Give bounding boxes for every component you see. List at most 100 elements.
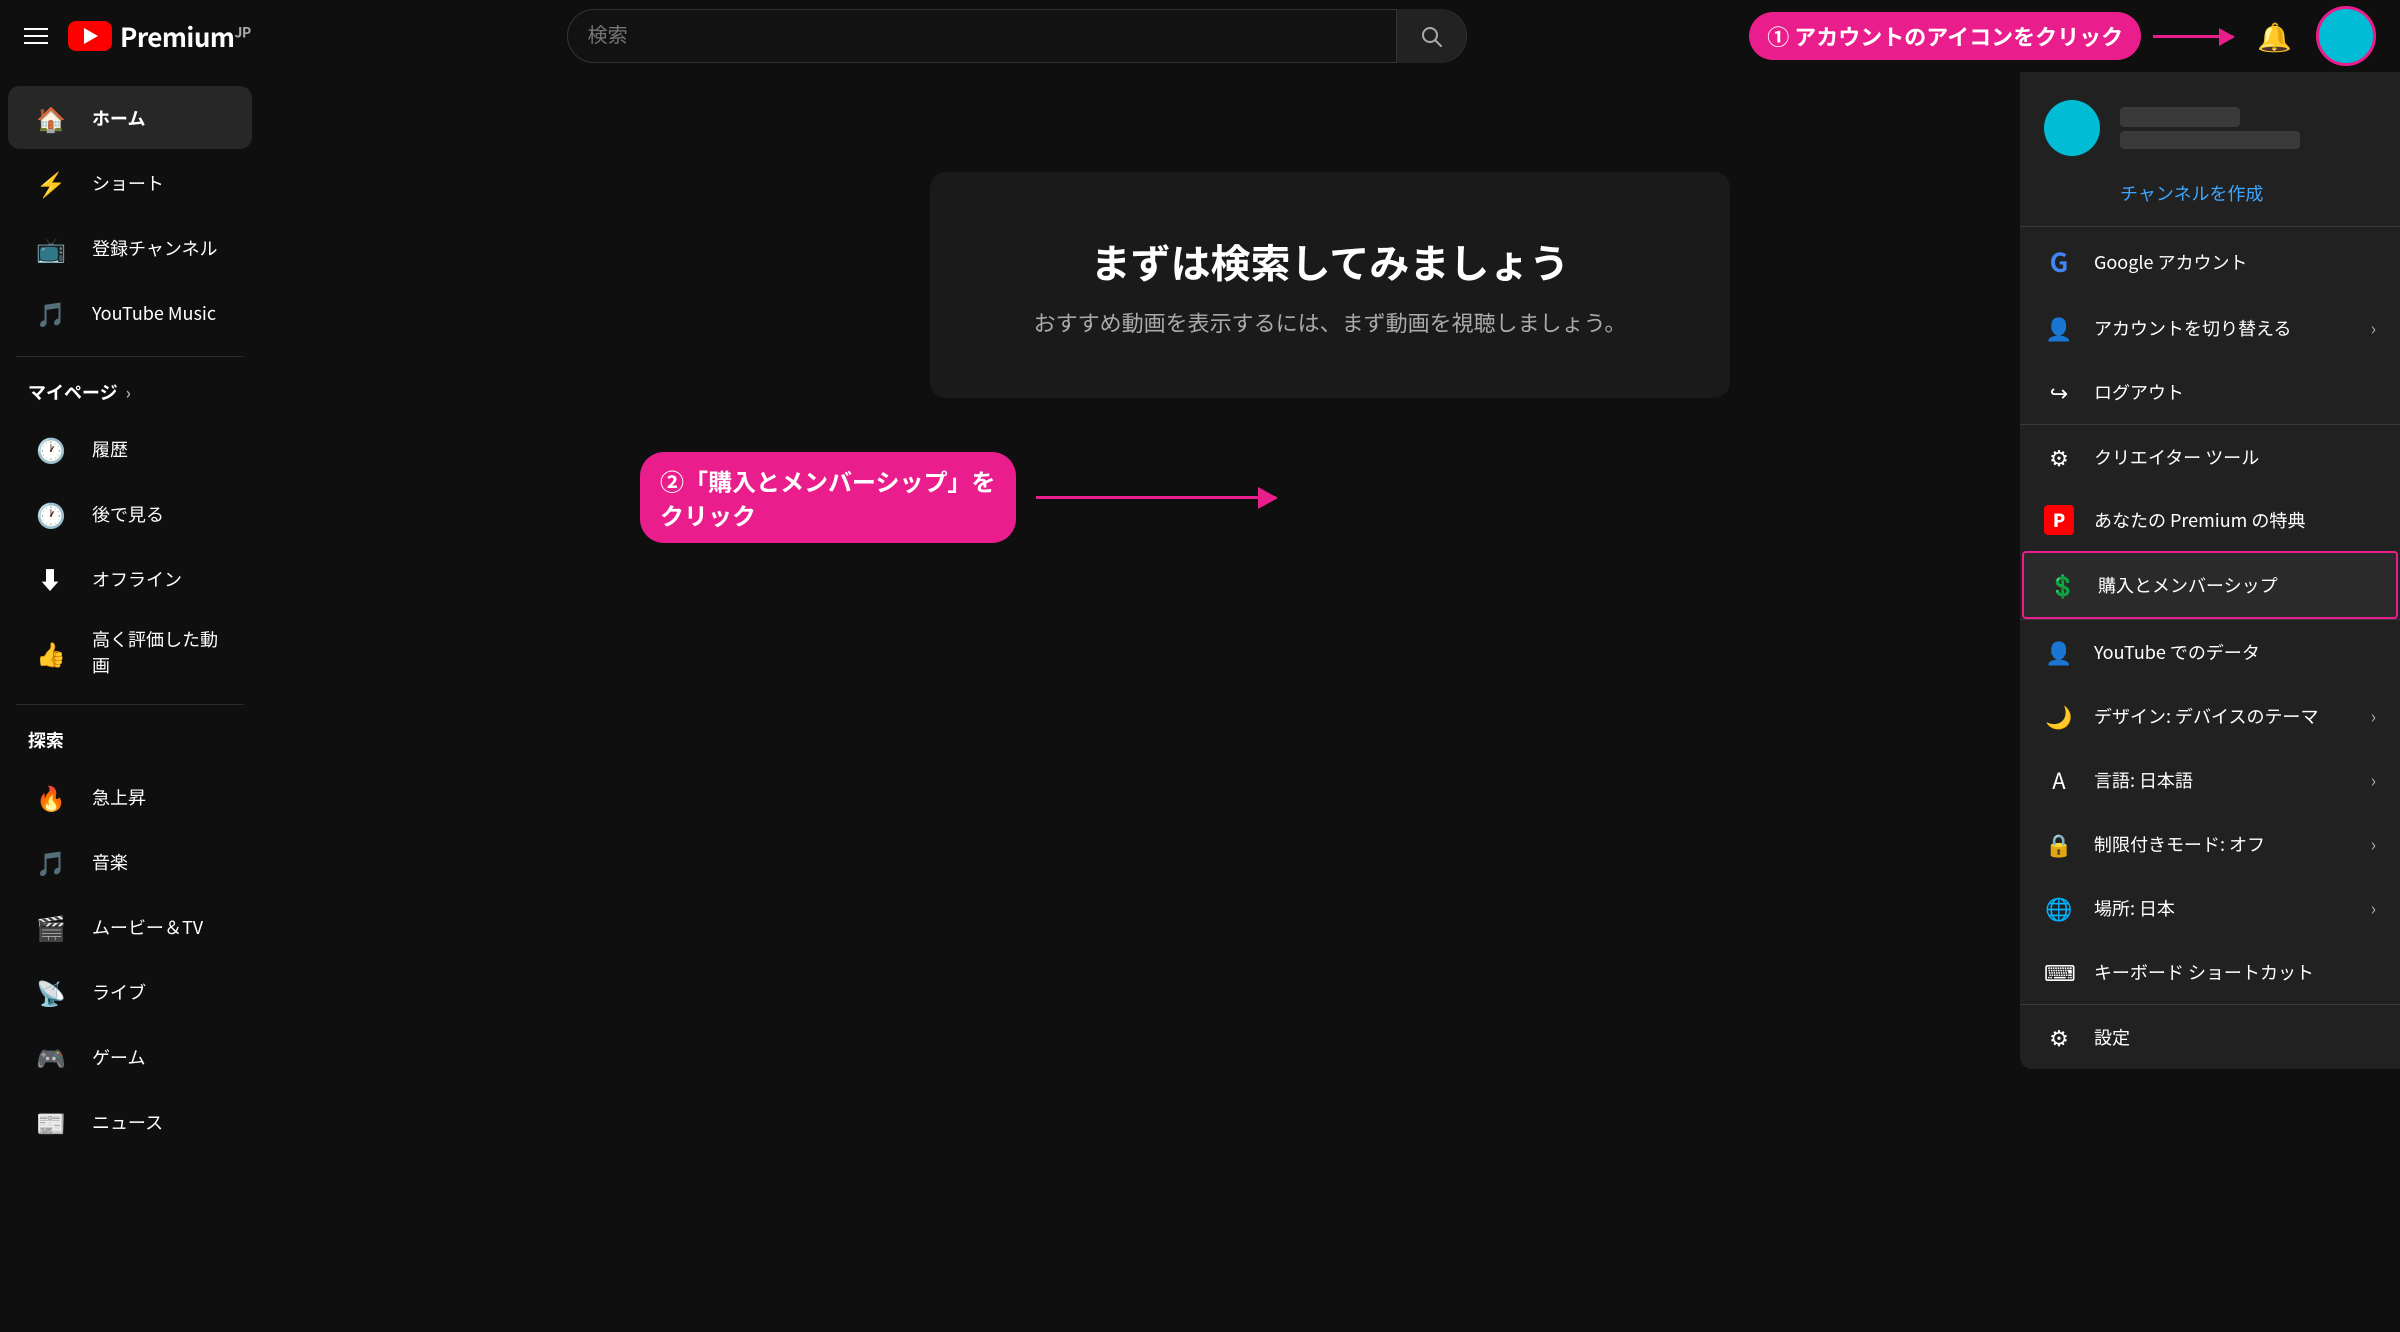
annotation-text-1: ① アカウントのアイコンをクリック (1749, 12, 2141, 60)
dropdown-user-info (2120, 107, 2300, 149)
settings-icon: ⚙ (2044, 1021, 2074, 1053)
sidebar-item-shorts[interactable]: ⚡ ショート (8, 151, 252, 214)
dropdown-location[interactable]: 🌐 場所: 日本 › (2020, 876, 2400, 940)
sidebar-item-subscriptions[interactable]: 📺 登録チャンネル (8, 216, 252, 279)
chevron-right-icon: › (2371, 315, 2376, 341)
sidebar-divider-1 (16, 356, 244, 357)
dropdown-username (2120, 107, 2240, 127)
youtube-data-icon: 👤 (2044, 636, 2074, 668)
logo-text: PremiumJP (120, 18, 251, 55)
watch-later-icon: 🕐 (36, 496, 64, 531)
account-avatar[interactable] (2316, 6, 2376, 66)
location-chevron-icon: › (2371, 895, 2376, 921)
dropdown-keyboard[interactable]: ⌨ キーボード ショートカット (2020, 940, 2400, 1004)
header-left: PremiumJP (24, 18, 284, 55)
dropdown-google-account[interactable]: G Google アカウント (2020, 227, 2400, 296)
dropdown-youtube-data[interactable]: 👤 YouTube でのデータ (2020, 620, 2400, 684)
sidebar-item-music-label: 音楽 (92, 849, 128, 875)
dropdown-email (2120, 131, 2300, 149)
home-icon: 🏠 (36, 100, 64, 135)
sidebar-item-gaming[interactable]: 🎮 ゲーム (8, 1025, 252, 1088)
sidebar-item-subscriptions-label: 登録チャンネル (92, 235, 217, 261)
annotation-arrow-1 (2153, 35, 2233, 38)
search-prompt-title: まずは検索してみましょう (1010, 232, 1650, 290)
header-center (284, 9, 1749, 63)
search-prompt: まずは検索してみましょう おすすめ動画を表示するには、まず動画を視聴しましょう。 (930, 172, 1730, 398)
dropdown-premium-benefits[interactable]: P あなたの Premium の特典 (2020, 489, 2400, 551)
annotation-arrow-2 (1036, 496, 1276, 499)
notification-bell[interactable]: 🔔 (2257, 16, 2292, 56)
sidebar-item-watch-later-label: 後で見る (92, 501, 164, 527)
my-page-section[interactable]: マイページ › (0, 369, 260, 415)
sidebar: 🏠 ホーム ⚡ ショート 📺 登録チャンネル 🎵 YouTube Music マ… (0, 72, 260, 1260)
sidebar-item-movies[interactable]: 🎬 ムービー＆TV (8, 895, 252, 958)
header-right: ① アカウントのアイコンをクリック 🔔 (1749, 6, 2376, 66)
sidebar-item-liked[interactable]: 👍 高く評価した動画 (8, 612, 252, 692)
sidebar-item-live[interactable]: 📡 ライブ (8, 960, 252, 1023)
sidebar-item-liked-label: 高く評価した動画 (92, 626, 224, 678)
dropdown-design[interactable]: 🌙 デザイン: デバイスのテーマ › (2020, 684, 2400, 748)
logo[interactable]: PremiumJP (68, 18, 251, 55)
dropdown-settings[interactable]: ⚙ 設定 (2020, 1005, 2400, 1069)
offline-icon: ⬇ (36, 561, 64, 596)
sidebar-item-offline[interactable]: ⬇ オフライン (8, 547, 252, 610)
sidebar-item-music-explore[interactable]: 🎵 音楽 (8, 830, 252, 893)
liked-icon: 👍 (36, 635, 64, 670)
dropdown-purchases[interactable]: 💲 購入とメンバーシップ (2022, 551, 2398, 619)
logout-icon: ↪ (2044, 376, 2074, 408)
dropdown-avatar (2044, 100, 2100, 156)
search-input[interactable] (588, 25, 1384, 48)
history-icon: 🕐 (36, 431, 64, 466)
dropdown-switch-account[interactable]: 👤 アカウントを切り替える › (2020, 296, 2400, 360)
keyboard-icon: ⌨ (2044, 956, 2074, 988)
dropdown-logout[interactable]: ↪ ログアウト (2020, 360, 2400, 424)
sidebar-item-shorts-label: ショート (92, 170, 164, 196)
annotation-text-2: ②「購入とメンバーシップ」を クリック (640, 452, 1016, 543)
sidebar-item-news[interactable]: 📰 ニュース (8, 1090, 252, 1153)
menu-button[interactable] (24, 28, 48, 44)
design-icon: 🌙 (2044, 700, 2074, 732)
sidebar-item-trending[interactable]: 🔥 急上昇 (8, 765, 252, 828)
explore-label: 探索 (28, 727, 64, 753)
search-button[interactable] (1396, 9, 1466, 63)
dropdown-menu: チャンネルを作成 G Google アカウント 👤 アカウントを切り替える › … (2020, 72, 2400, 1069)
language-chevron-icon: › (2371, 767, 2376, 793)
location-icon: 🌐 (2044, 892, 2074, 924)
design-chevron-icon: › (2371, 703, 2376, 729)
dropdown-language[interactable]: A 言語: 日本語 › (2020, 748, 2400, 812)
sidebar-item-gaming-label: ゲーム (92, 1044, 145, 1070)
sidebar-item-trending-label: 急上昇 (92, 784, 146, 810)
premium-icon: P (2044, 505, 2074, 535)
sidebar-item-history-label: 履歴 (92, 436, 128, 462)
language-icon: A (2044, 764, 2074, 796)
annotation-1: ① アカウントのアイコンをクリック (1749, 12, 2233, 60)
gaming-icon: 🎮 (36, 1039, 64, 1074)
google-icon: G (2044, 243, 2074, 280)
movies-icon: 🎬 (36, 909, 64, 944)
purchases-icon: 💲 (2048, 569, 2078, 601)
sidebar-item-live-label: ライブ (92, 979, 146, 1005)
subscriptions-icon: 📺 (36, 230, 64, 265)
annotation-2: ②「購入とメンバーシップ」を クリック (640, 452, 1276, 543)
sidebar-item-watch-later[interactable]: 🕐 後で見る (8, 482, 252, 545)
sidebar-divider-2 (16, 704, 244, 705)
sidebar-item-home[interactable]: 🏠 ホーム (8, 86, 252, 149)
music-explore-icon: 🎵 (36, 844, 64, 879)
trending-icon: 🔥 (36, 779, 64, 814)
sidebar-item-music[interactable]: 🎵 YouTube Music (8, 281, 252, 344)
shorts-icon: ⚡ (36, 165, 64, 200)
sidebar-item-history[interactable]: 🕐 履歴 (8, 417, 252, 480)
music-icon: 🎵 (36, 295, 64, 330)
dropdown-restricted[interactable]: 🔒 制限付きモード: オフ › (2020, 812, 2400, 876)
search-bar (567, 9, 1467, 63)
dropdown-user-section (2020, 72, 2400, 172)
youtube-logo-icon (68, 21, 112, 51)
dropdown-creator-tools[interactable]: ⚙ クリエイター ツール (2020, 425, 2400, 489)
restricted-chevron-icon: › (2371, 831, 2376, 857)
creator-tools-icon: ⚙ (2044, 441, 2074, 473)
my-page-label: マイページ (28, 379, 118, 405)
explore-section: 探索 (0, 717, 260, 763)
search-prompt-subtitle: おすすめ動画を表示するには、まず動画を視聴しましょう。 (1010, 306, 1650, 338)
create-channel-link[interactable]: チャンネルを作成 (2020, 172, 2400, 226)
sidebar-item-offline-label: オフライン (92, 566, 182, 592)
